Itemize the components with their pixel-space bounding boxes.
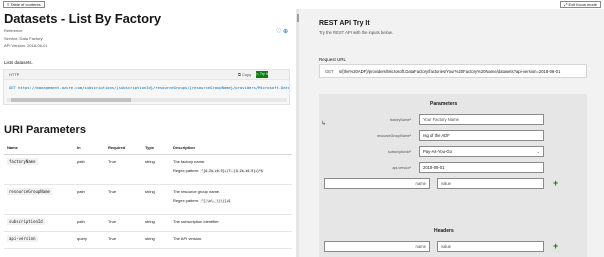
code-horizontal-scrollbar[interactable] [7,98,287,102]
param-in: query [77,235,88,241]
param-name: resourceGroupName [7,187,52,195]
scrollbar-thumb[interactable] [11,98,131,102]
try-it-button[interactable]: ▷ Try It [256,71,268,78]
page-actions-icons[interactable]: ♡ ⊕ [276,28,288,35]
headers-panel: Headers name value + [319,223,587,257]
regex-pattern: ^[-\w\._\(\)]+$ [200,198,232,203]
param-description: The API version. [173,235,203,241]
api-version-label: API Version: 2018-06-01 [4,43,48,48]
param-required: True [108,235,117,241]
uri-parameters-table: Name In Required Type Description factor… [4,142,292,249]
param-required: True [108,158,117,164]
mouse-cursor-icon: ↳ [321,121,327,127]
param-name: factoryName [7,157,38,165]
param-name: api-version [7,234,38,242]
request-url-label: Request URL [319,57,347,62]
uri-parameters-heading: URI Parameters [4,124,86,136]
extra-param-value-input[interactable]: value [437,178,544,189]
exit-focus-mode-button[interactable]: ⤢ Exit focus mode [560,1,601,8]
add-parameter-icon[interactable]: + [553,179,558,188]
headers-heading: Headers [434,228,454,234]
parameters-heading: Parameters [430,101,458,107]
param-required: True [108,218,117,224]
subscription-selected-value: Pay-As-You-Go [423,149,452,154]
regex-label: Regex pattern: [173,167,200,173]
code-block-header: HTTP ⧉ Copy ▷ Try It [4,70,289,80]
documentation-pane: Datasets - List By Factory ♡ ⊕ Reference… [0,9,296,257]
reference-label: Reference [4,28,23,33]
column-header-name: Name [4,142,74,155]
param-type: string [145,218,155,224]
http-request-code: GET https://management.azure.com/subscri… [9,85,289,90]
column-header-required: Required [105,142,142,155]
api-version-input[interactable]: 2018-06-01 [419,162,544,173]
param-type: string [145,235,155,241]
table-row: subscriptionId path True string The subs… [4,214,292,232]
code-block: HTTP ⧉ Copy ▷ Try It GET https://managem… [3,69,290,105]
request-url-field[interactable]: GET s/{the%20ADF}/providers/Microsoft.Da… [319,64,587,78]
table-row: factoryName path True string The factory… [4,154,292,185]
http-method-label: GET [325,69,334,74]
resource-group-input[interactable]: rsg of the ADF [419,130,544,141]
table-header-row: Name In Required Type Description [4,142,292,155]
try-it-title: REST API Try It [319,20,370,27]
column-header-type: Type [142,142,170,155]
regex-pattern: ^[A-Za-z0-9]+(?:-[A-Za-z0-9]+)*$ [200,168,264,173]
param-label-resource-group: resourceGroupName* [376,134,411,138]
param-description: The factory name. [173,158,206,164]
header-name-input[interactable]: name [324,241,430,252]
param-in: path [77,218,85,224]
table-row: api-version query True string The API ve… [4,231,292,249]
extra-param-name-input[interactable]: name [324,178,430,189]
top-bar: ≡ Table of contents ⤢ Exit focus mode [0,0,604,9]
param-label-subscription-id: subscriptionId* [388,150,411,154]
request-url-text: s/{the%20ADF}/providers/Microsoft.DataFa… [339,69,561,74]
service-label: Service: Data Factory [4,36,43,41]
param-description: The subscription identifier. [173,218,220,224]
param-type: string [145,188,155,194]
param-label-api-version: api-version* [392,166,411,170]
param-in: path [77,188,85,194]
try-it-pane: REST API Try It Try the REST API with th… [299,9,604,257]
column-header-in: In [74,142,105,155]
param-in: path [77,158,85,164]
factory-name-input[interactable]: Your Factory Name [419,114,544,125]
copy-button[interactable]: ⧉ Copy [238,72,251,77]
code-language-label: HTTP [9,72,20,77]
subscription-id-select[interactable]: Pay-As-You-Go ⌄ [419,146,544,157]
chevron-down-icon: ⌄ [536,149,540,154]
header-value-input[interactable]: value [437,241,544,252]
parameters-panel: Parameters factoryName* Your Factory Nam… [319,94,587,224]
page-title: Datasets - List By Factory [4,11,162,26]
param-description: The resource group name. [173,188,221,194]
table-of-contents-button[interactable]: ≡ Table of contents [3,1,45,8]
column-header-description: Description [170,142,292,155]
description-text: Lists datasets. [4,60,33,65]
regex-label: Regex pattern: [173,197,200,203]
param-type: string [145,158,155,164]
param-label-factory-name: factoryName* [389,118,411,122]
table-row: resourceGroupName path True string The r… [4,184,292,215]
param-name: subscriptionId [7,217,45,225]
try-it-subtitle: Try the REST API with the inputs below. [319,30,393,35]
add-header-icon[interactable]: + [553,242,558,251]
param-required: True [108,188,117,194]
